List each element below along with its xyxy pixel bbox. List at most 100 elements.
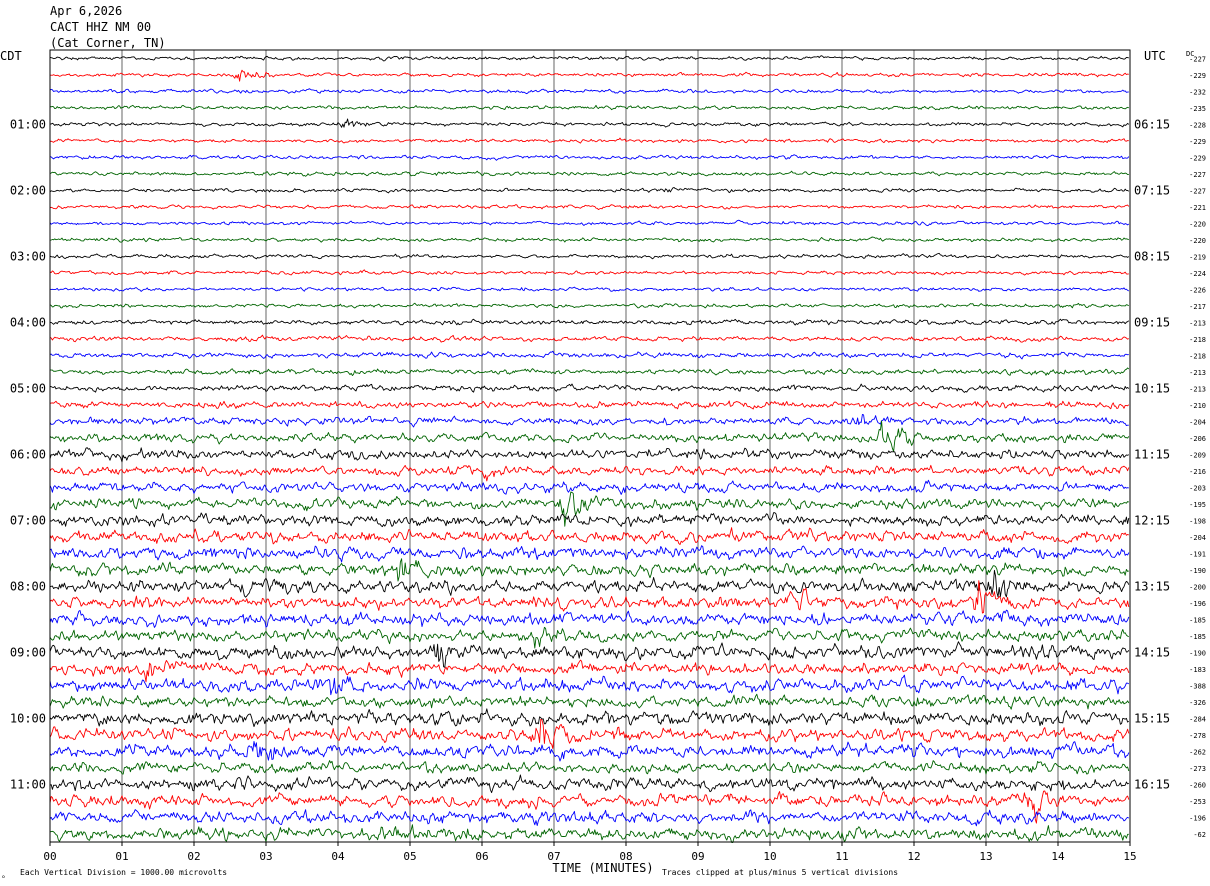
corner-mark: ₒ [1, 871, 6, 880]
x-tick-label: 09 [691, 850, 704, 863]
x-tick-label: 14 [1051, 850, 1065, 863]
seismic-trace [49, 118, 1130, 128]
seismic-trace [49, 302, 1130, 309]
seismic-trace [49, 104, 1129, 111]
seismic-trace [49, 708, 1130, 728]
dc-offset-value: -284 [1189, 715, 1206, 723]
dc-offset-value: -213 [1189, 319, 1206, 327]
dc-offset-value: -191 [1189, 550, 1206, 558]
vertical-scale-note: Each Vertical Division = 1000.00 microvo… [20, 868, 227, 877]
dc-offset-value: -229 [1189, 154, 1206, 162]
dc-offset-value: -183 [1189, 666, 1206, 674]
dc-offset-value: -190 [1189, 649, 1206, 657]
seismic-trace [49, 760, 1130, 775]
seismogram-helicorder: CDT UTC DC 01:0002:0003:0004:0005:0006:0… [0, 49, 1206, 880]
dc-offset-value: -209 [1189, 451, 1206, 459]
dc-offset-value: -213 [1189, 369, 1206, 377]
seismic-trace [49, 527, 1129, 546]
dc-offset-value: -204 [1189, 418, 1206, 426]
dc-offset-value: -253 [1189, 798, 1206, 806]
utc-hour-label: 15:15 [1134, 711, 1170, 725]
dc-offset-value: -326 [1189, 699, 1206, 707]
seismic-trace [49, 400, 1130, 410]
x-tick-label: 10 [763, 850, 776, 863]
x-tick-label: 12 [907, 850, 920, 863]
x-tick-label: 06 [475, 850, 488, 863]
seismic-trace [49, 55, 1129, 62]
dc-offset-value: -220 [1189, 220, 1206, 228]
seismic-trace [49, 286, 1130, 292]
utc-hour-label: 12:15 [1134, 513, 1170, 527]
local-hour-label: 09:00 [10, 645, 46, 659]
right-timezone-label: UTC [1144, 49, 1166, 63]
seismic-trace [49, 693, 1130, 710]
utc-hour-label: 11:15 [1134, 447, 1170, 461]
seismic-trace [49, 334, 1130, 343]
local-hour-label: 07:00 [10, 513, 46, 527]
dc-offset-value: -206 [1189, 435, 1206, 443]
seismic-trace [49, 413, 1129, 428]
dc-offset-value: -229 [1189, 138, 1206, 146]
dc-offset-value: -235 [1189, 105, 1206, 113]
dc-offset-value: -62 [1193, 831, 1206, 839]
seismic-traces [49, 55, 1130, 844]
seismic-trace [49, 269, 1129, 276]
dc-offset-value: -203 [1189, 484, 1206, 492]
x-tick-label: 04 [331, 850, 345, 863]
dc-offset-value: -224 [1189, 270, 1206, 278]
dc-offset-value: -185 [1189, 633, 1206, 641]
local-hour-label: 01:00 [10, 117, 46, 131]
seismic-trace [49, 464, 1130, 482]
dc-offset-value: -273 [1189, 765, 1206, 773]
seismic-trace [49, 219, 1130, 227]
utc-hour-label: 09:15 [1134, 315, 1170, 329]
seismic-trace [49, 479, 1129, 495]
dc-offset-value: -185 [1189, 616, 1206, 624]
dc-offset-value: -226 [1189, 286, 1206, 294]
x-tick-label: 02 [187, 850, 200, 863]
utc-hour-label: 16:15 [1134, 777, 1170, 791]
left-timezone-label: CDT [0, 49, 22, 63]
seismic-trace [49, 741, 1130, 762]
clipping-note: Traces clipped at plus/minus 5 vertical … [662, 868, 898, 877]
dc-offset-value: -388 [1189, 682, 1206, 690]
dc-offset-value: -232 [1189, 88, 1206, 96]
seismic-trace [49, 512, 1130, 528]
seismic-trace [49, 626, 1130, 649]
dc-offset-value: -210 [1189, 402, 1206, 410]
seismic-trace [49, 236, 1129, 243]
local-hour-label: 03:00 [10, 249, 46, 263]
seismic-trace [49, 790, 1130, 824]
dc-offset-value: -219 [1189, 253, 1206, 261]
seismic-trace [49, 447, 1129, 463]
dc-offset-value: -204 [1189, 534, 1206, 542]
seismic-trace [49, 187, 1130, 194]
x-tick-label: 01 [115, 850, 128, 863]
seismic-trace [49, 137, 1129, 144]
dc-offset-value: -198 [1189, 517, 1206, 525]
local-hour-label: 11:00 [10, 777, 46, 791]
dc-offset-value: -221 [1189, 204, 1206, 212]
dc-offset-value: -213 [1189, 385, 1206, 393]
utc-hour-labels: 06:15 07:15 08:15 09:15 10:15 11:15 12:15 13:15… [1134, 117, 1170, 791]
seismic-trace [49, 350, 1129, 360]
x-tick-label: 00 [43, 850, 56, 863]
dc-offset-value: -195 [1189, 501, 1206, 509]
local-hour-label: 06:00 [10, 447, 46, 461]
local-hour-label: 08:00 [10, 579, 46, 593]
dc-offset-value: -196 [1189, 600, 1206, 608]
seismic-trace [49, 420, 1130, 453]
seismic-trace [49, 659, 1130, 683]
seismic-trace [49, 609, 1130, 628]
seismic-trace [49, 88, 1129, 95]
x-tick-label: 15 [1123, 850, 1136, 863]
x-tick-label: 11 [835, 850, 848, 863]
utc-hour-label: 13:15 [1134, 579, 1170, 593]
dc-offset-value: -229 [1189, 72, 1206, 80]
seismic-trace [49, 204, 1130, 211]
utc-hour-label: 08:15 [1134, 249, 1170, 263]
local-hour-label: 05:00 [10, 381, 46, 395]
seismic-trace [49, 558, 1129, 582]
seismic-trace [49, 367, 1130, 377]
local-hour-labels: 01:00 02:00 03:00 04:00 05:00 06:00 07:00 08:00… [10, 117, 46, 791]
